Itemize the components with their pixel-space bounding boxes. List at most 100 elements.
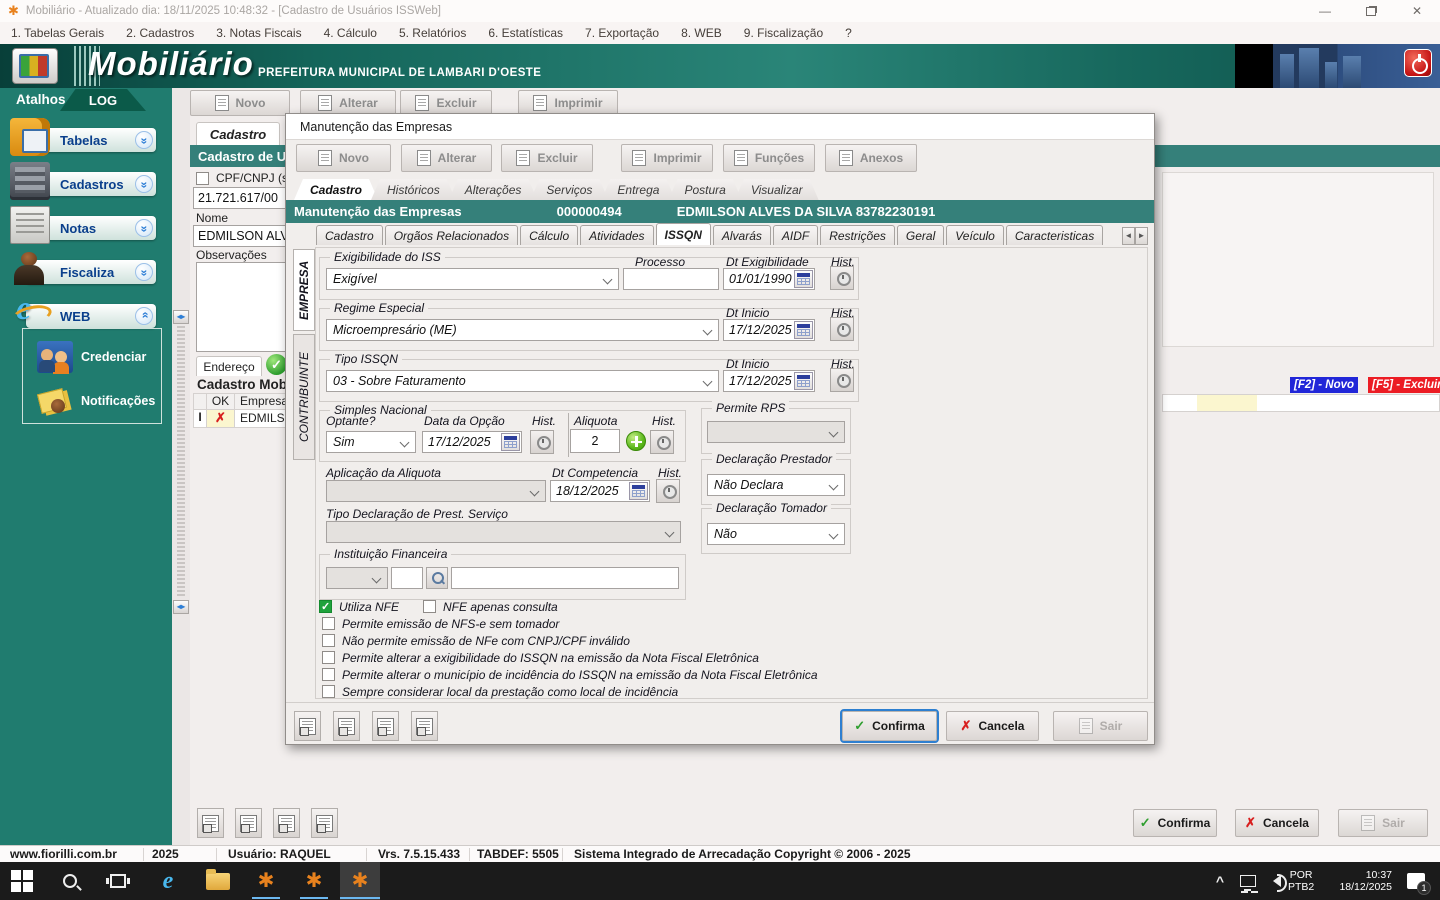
utiliza-nfe-checkbox[interactable] bbox=[319, 600, 332, 613]
sidebar-item-tabelas[interactable]: Tabelas » bbox=[26, 128, 156, 152]
tab-cadastro[interactable]: Cadastro bbox=[294, 179, 378, 200]
main-tab-cadastro[interactable]: Cadastro bbox=[196, 122, 280, 145]
sidebar-item-credenciar[interactable]: Credenciar bbox=[37, 341, 146, 373]
nfe-apenas-consulta-checkbox[interactable] bbox=[423, 600, 436, 613]
dialog-cancela-button[interactable]: ✗ Cancela bbox=[946, 711, 1039, 741]
dialog-nav-next-button[interactable] bbox=[372, 711, 399, 741]
declaracao-tomador-combo[interactable]: Não bbox=[707, 523, 845, 545]
taskbar-search-button[interactable] bbox=[58, 869, 82, 893]
minimize-button[interactable]: — bbox=[1302, 0, 1348, 22]
sidebar-item-cadastros[interactable]: Cadastros » bbox=[26, 172, 156, 196]
dialog-nav-first-button[interactable] bbox=[294, 711, 321, 741]
menu-relatorios[interactable]: 5. Relatórios bbox=[388, 26, 477, 40]
menu-exportacao[interactable]: 7. Exportação bbox=[574, 26, 670, 40]
tipo-issqn-hist-button[interactable] bbox=[830, 368, 854, 392]
dialog-alterar-button[interactable]: Alterar bbox=[401, 144, 492, 172]
panel-splitter[interactable]: ◂▸ ◂▸ bbox=[172, 88, 190, 845]
start-button[interactable] bbox=[10, 869, 34, 893]
calendar-icon[interactable] bbox=[794, 372, 813, 390]
alterar-municipio-checkbox[interactable] bbox=[322, 668, 335, 681]
itab-veiculo[interactable]: Veículo bbox=[946, 225, 1004, 245]
main-cancela-button[interactable]: ✗ Cancela bbox=[1235, 809, 1319, 837]
tab-scroll-left-button[interactable]: ◄ bbox=[1122, 227, 1135, 245]
dialog-anexos-button[interactable]: Anexos bbox=[825, 144, 917, 172]
menu-fiscalizacao[interactable]: 9. Fiscalização bbox=[733, 26, 834, 40]
dialog-nav-prev-button[interactable] bbox=[333, 711, 360, 741]
itab-geral[interactable]: Geral bbox=[897, 225, 944, 245]
tab-endereco[interactable]: Endereço bbox=[196, 356, 262, 376]
taskbar-explorer-button[interactable] bbox=[206, 869, 230, 893]
itab-calculo[interactable]: Cálculo bbox=[520, 225, 578, 245]
dt-competencia-input[interactable]: 18/12/2025 bbox=[550, 480, 650, 502]
cnpj-invalido-checkbox[interactable] bbox=[322, 634, 335, 647]
dt-exigibilidade-input[interactable]: 01/01/1990 bbox=[723, 268, 815, 290]
tab-entrega[interactable]: Entrega bbox=[601, 179, 675, 200]
optante-combo[interactable]: Sim bbox=[326, 431, 416, 453]
menu-estatisticas[interactable]: 6. Estatísticas bbox=[477, 26, 574, 40]
sidebar-item-fiscaliza[interactable]: Fiscaliza » bbox=[26, 260, 156, 284]
taskbar-app1-button[interactable]: ✱ bbox=[254, 869, 278, 893]
tray-network-icon[interactable] bbox=[1236, 869, 1260, 893]
cpf-input[interactable] bbox=[193, 187, 293, 209]
splitter-arrows-icon[interactable]: ◂▸ bbox=[173, 310, 189, 324]
regime-combo[interactable]: Microempresário (ME) bbox=[326, 319, 719, 341]
local-prestacao-checkbox[interactable] bbox=[322, 685, 335, 698]
chevron-down-icon[interactable]: » bbox=[135, 219, 153, 237]
tray-volume-icon[interactable] bbox=[1262, 869, 1286, 893]
instituicao-tipo-combo[interactable] bbox=[326, 567, 388, 589]
exigibilidade-hist-button[interactable] bbox=[830, 266, 854, 290]
itab-alvaras[interactable]: Alvarás bbox=[713, 225, 771, 245]
tab-visualizar[interactable]: Visualizar bbox=[735, 179, 819, 200]
side-tab-empresa[interactable]: EMPRESA bbox=[293, 249, 315, 331]
tab-alteracoes[interactable]: Alterações bbox=[449, 179, 538, 200]
processo-input[interactable] bbox=[623, 268, 719, 290]
itab-orgaos-relacionados[interactable]: Orgãos Relacionados bbox=[385, 225, 518, 245]
dt-inicio-regime-input[interactable]: 17/12/2025 bbox=[723, 319, 815, 341]
main-sair-button[interactable]: Sair bbox=[1338, 809, 1428, 837]
aliquota-hist-button[interactable] bbox=[650, 430, 674, 454]
simples-hist-button[interactable] bbox=[530, 430, 554, 454]
sidebar-item-notas[interactable]: Notas » bbox=[26, 216, 156, 240]
grid-header-ok[interactable]: OK bbox=[207, 393, 235, 410]
menu-calculo[interactable]: 4. Cálculo bbox=[313, 26, 388, 40]
tipo-declaracao-combo[interactable] bbox=[326, 521, 681, 543]
dialog-sair-button[interactable]: Sair bbox=[1053, 711, 1148, 741]
exigibilidade-combo[interactable]: Exigível bbox=[326, 268, 619, 290]
splitter-handle[interactable] bbox=[177, 326, 185, 598]
tray-chevron-up-icon[interactable]: ^ bbox=[1208, 869, 1232, 893]
dialog-imprimir-button[interactable]: Imprimir bbox=[621, 144, 713, 172]
tab-historicos[interactable]: Históricos bbox=[371, 179, 456, 200]
calendar-icon[interactable] bbox=[501, 433, 520, 451]
chevron-down-icon[interactable]: » bbox=[135, 175, 153, 193]
restore-button[interactable] bbox=[1348, 0, 1394, 22]
add-aliquota-button[interactable] bbox=[626, 431, 646, 451]
power-button-icon[interactable] bbox=[1404, 49, 1432, 77]
sidebar-item-notificacoes[interactable]: Notificações bbox=[37, 385, 155, 417]
data-opcao-input[interactable]: 17/12/2025 bbox=[422, 431, 522, 453]
itab-restricoes[interactable]: Restrições bbox=[820, 225, 895, 245]
dialog-funcoes-button[interactable]: Funções bbox=[723, 144, 815, 172]
menu-tabelas-gerais[interactable]: 1. Tabelas Gerais bbox=[0, 26, 115, 40]
menu-web[interactable]: 8. WEB bbox=[670, 26, 733, 40]
menu-help[interactable]: ? bbox=[834, 26, 863, 40]
menu-cadastros[interactable]: 2. Cadastros bbox=[115, 26, 205, 40]
taskbar-app2-button[interactable]: ✱ bbox=[302, 869, 326, 893]
sidebar-tab-atalhos[interactable]: Atalhos bbox=[16, 92, 66, 107]
instituicao-search-button[interactable] bbox=[426, 567, 448, 589]
menu-notas-fiscais[interactable]: 3. Notas Fiscais bbox=[205, 26, 312, 40]
nome-input[interactable] bbox=[193, 225, 293, 247]
taskbar-ie-button[interactable]: e bbox=[156, 869, 180, 893]
nfse-sem-tomador-checkbox[interactable] bbox=[322, 617, 335, 630]
main-confirma-button[interactable]: ✓ Confirma bbox=[1133, 809, 1217, 837]
aliquota-input[interactable] bbox=[570, 429, 620, 453]
task-view-button[interactable] bbox=[106, 869, 130, 893]
permite-rps-combo[interactable] bbox=[707, 421, 845, 443]
nav-next-button[interactable] bbox=[273, 808, 300, 838]
itab-issqn[interactable]: ISSQN bbox=[656, 223, 711, 245]
tab-postura[interactable]: Postura bbox=[668, 179, 741, 200]
splitter-arrows-icon[interactable]: ◂▸ bbox=[173, 600, 189, 614]
itab-caracteristicas[interactable]: Caracteristicas bbox=[1006, 225, 1103, 245]
close-button[interactable]: ✕ bbox=[1394, 0, 1440, 22]
nav-prev-button[interactable] bbox=[235, 808, 262, 838]
dialog-nav-last-button[interactable] bbox=[411, 711, 438, 741]
